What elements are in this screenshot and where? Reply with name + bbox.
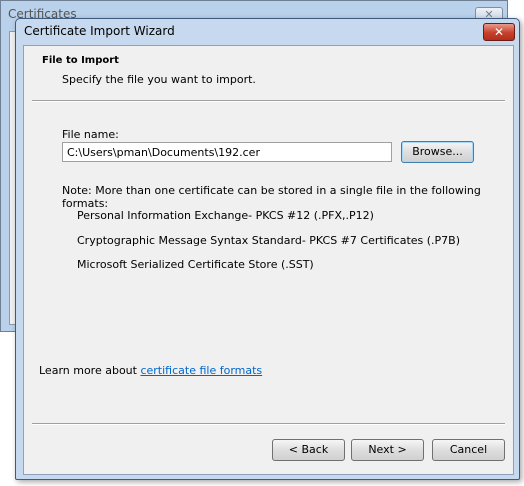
import-wizard-dialog: Certificate Import Wizard ✕ File to Impo…: [15, 18, 520, 480]
format-item-sst: Microsoft Serialized Certificate Store (…: [77, 258, 314, 271]
file-name-input[interactable]: [62, 142, 392, 162]
screen: Certificates ✕ Certificate Import Wizard…: [0, 0, 524, 486]
step-description: Specify the file you want to import.: [62, 73, 256, 86]
certificate-formats-link[interactable]: certificate file formats: [140, 364, 262, 377]
format-item-pfx: Personal Information Exchange- PKCS #12 …: [77, 209, 374, 222]
format-item-p7b: Cryptographic Message Syntax Standard- P…: [77, 234, 461, 247]
footer-separator: [32, 423, 505, 425]
next-button[interactable]: Next >: [351, 439, 424, 461]
browse-button[interactable]: Browse...: [401, 141, 474, 163]
learn-more-text: Learn more about: [39, 364, 141, 377]
formats-note: Note: More than one certificate can be s…: [62, 184, 481, 210]
file-name-label: File name:: [62, 128, 119, 141]
header-separator: [32, 100, 505, 102]
back-button[interactable]: < Back: [272, 439, 345, 461]
dialog-content: File to Import Specify the file you want…: [23, 45, 514, 475]
cancel-button[interactable]: Cancel: [432, 439, 505, 461]
step-title: File to Import: [42, 55, 119, 66]
dialog-close-button[interactable]: ✕: [483, 23, 515, 41]
learn-more: Learn more about certificate file format…: [39, 364, 262, 377]
dialog-title: Certificate Import Wizard: [24, 24, 175, 38]
